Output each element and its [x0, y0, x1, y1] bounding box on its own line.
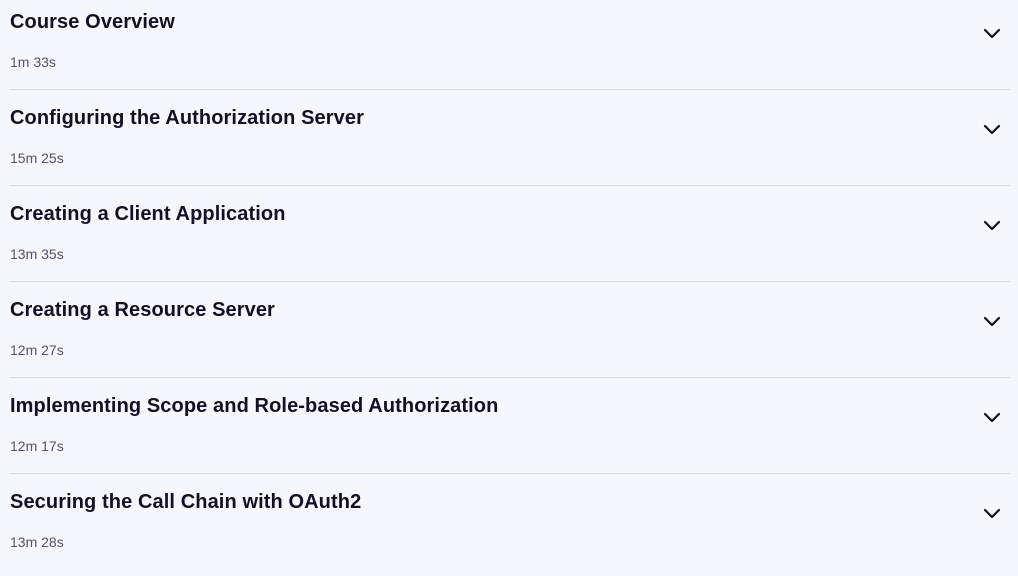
module-divider — [10, 281, 1010, 282]
module-duration: 12m 27s — [10, 342, 64, 358]
module-title: Securing the Call Chain with OAuth2 — [10, 491, 362, 513]
chevron-down-icon[interactable] — [980, 21, 1004, 45]
chevron-down-icon[interactable] — [980, 405, 1004, 429]
module-divider — [10, 185, 1010, 186]
module-creating-client-application[interactable]: Creating a Client Application 13m 35s — [10, 192, 1010, 288]
module-duration: 15m 25s — [10, 150, 64, 166]
chevron-down-icon[interactable] — [980, 213, 1004, 237]
module-creating-resource-server[interactable]: Creating a Resource Server 12m 27s — [10, 288, 1010, 384]
module-title: Creating a Resource Server — [10, 299, 275, 321]
module-title: Implementing Scope and Role-based Author… — [10, 395, 499, 417]
chevron-down-icon[interactable] — [980, 501, 1004, 525]
course-module-list: Course Overview 1m 33s Configuring the A… — [0, 0, 1018, 564]
module-divider — [10, 89, 1010, 90]
module-divider — [10, 377, 1010, 378]
module-duration: 13m 35s — [10, 246, 64, 262]
module-title: Creating a Client Application — [10, 203, 286, 225]
chevron-down-icon[interactable] — [980, 117, 1004, 141]
module-course-overview[interactable]: Course Overview 1m 33s — [10, 0, 1010, 96]
chevron-down-icon[interactable] — [980, 309, 1004, 333]
module-title: Course Overview — [10, 11, 175, 33]
module-securing-call-chain-oauth2[interactable]: Securing the Call Chain with OAuth2 13m … — [10, 480, 1010, 576]
module-duration: 13m 28s — [10, 534, 64, 550]
module-configuring-authorization-server[interactable]: Configuring the Authorization Server 15m… — [10, 96, 1010, 192]
module-implementing-scope-role-authorization[interactable]: Implementing Scope and Role-based Author… — [10, 384, 1010, 480]
module-duration: 1m 33s — [10, 54, 56, 70]
module-title: Configuring the Authorization Server — [10, 107, 364, 129]
module-divider — [10, 473, 1010, 474]
module-duration: 12m 17s — [10, 438, 64, 454]
